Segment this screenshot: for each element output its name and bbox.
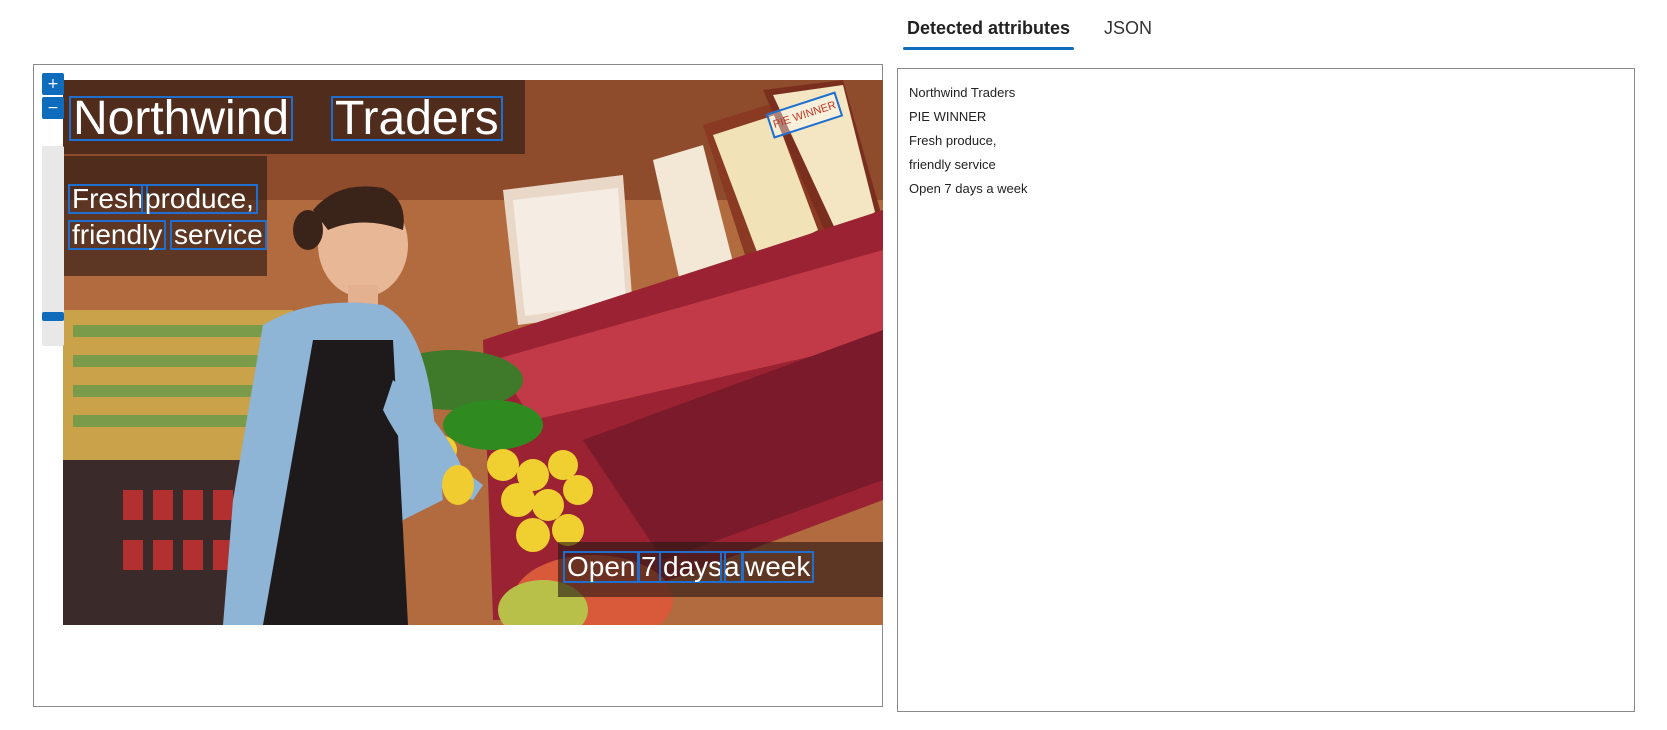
zoom-slider-track[interactable]	[42, 146, 64, 346]
attribute-item: Open 7 days a week	[909, 181, 1028, 196]
ocr-word-box[interactable]: friendly	[68, 220, 167, 250]
attribute-item: Northwind Traders	[909, 85, 1016, 100]
ocr-word-box[interactable]: week	[741, 551, 815, 583]
attribute-item: PIE WINNER	[909, 109, 987, 124]
tab-json[interactable]: JSON	[1100, 0, 1156, 50]
ocr-word-box[interactable]: produce,	[141, 184, 258, 214]
detected-attributes-panel: Northwind Traders PIE WINNER Fresh produ…	[897, 68, 1635, 712]
zoom-controls: + −	[42, 73, 64, 346]
ocr-word-box[interactable]: Traders	[331, 94, 503, 142]
ocr-word-box[interactable]: Fresh	[68, 184, 148, 214]
zoom-slider-thumb[interactable]	[42, 312, 64, 321]
image-viewer: Northwind Traders Fresh produce, friendl…	[33, 64, 883, 707]
ocr-word-box[interactable]: 7	[637, 551, 661, 583]
tab-bar: Detected attributes JSON	[903, 0, 1182, 50]
ocr-word-box[interactable]: Open	[563, 551, 640, 583]
zoom-out-button[interactable]: −	[42, 97, 64, 119]
storefront-image: Northwind Traders Fresh produce, friendl…	[63, 80, 883, 625]
attribute-item: Fresh produce,	[909, 133, 997, 148]
zoom-in-button[interactable]: +	[42, 73, 64, 95]
tab-detected-attributes[interactable]: Detected attributes	[903, 0, 1075, 50]
tagline-band	[63, 156, 267, 276]
attribute-item: friendly service	[909, 157, 996, 172]
ocr-word-box[interactable]: days	[659, 551, 727, 583]
ocr-word-box[interactable]: service	[170, 220, 267, 250]
ocr-word-box[interactable]: Northwind	[69, 94, 294, 142]
